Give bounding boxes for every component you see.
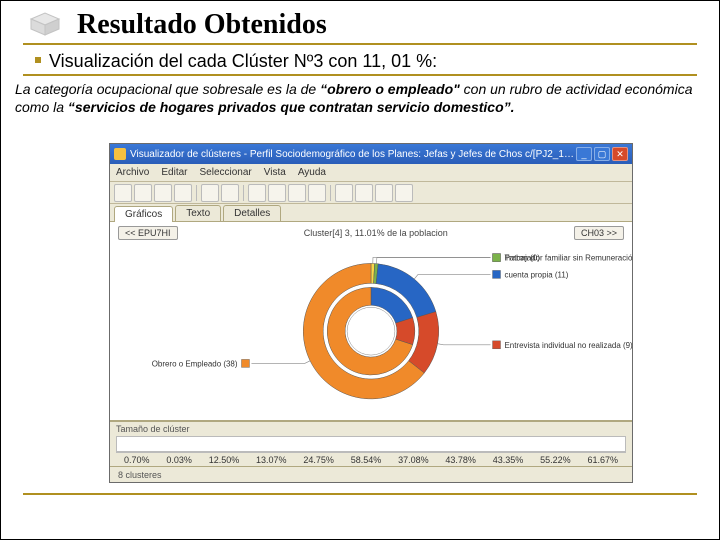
next-var-button[interactable]: CH03 >> xyxy=(574,226,624,240)
toolbar-button[interactable] xyxy=(114,184,132,202)
toolbar-button[interactable] xyxy=(288,184,306,202)
tick-label: 37.08% xyxy=(398,455,429,465)
subtitle-text: Visualización del cada Clúster Nº3 con 1… xyxy=(49,51,437,71)
menu-item-ayuda[interactable]: Ayuda xyxy=(298,167,326,178)
toolbar-separator xyxy=(196,185,197,201)
close-button[interactable]: ✕ xyxy=(612,147,628,161)
chart-pane: << EPU7HI Cluster[4] 3, 11.01% de la pob… xyxy=(110,222,632,421)
tick-label: 55.22% xyxy=(540,455,571,465)
tick-label: 24.75% xyxy=(303,455,334,465)
toolbar-button[interactable] xyxy=(395,184,413,202)
tick-label: 58.54% xyxy=(351,455,382,465)
tab-graficos[interactable]: Gráficos xyxy=(114,206,173,222)
cluster-size-bar[interactable] xyxy=(116,436,626,452)
toolbar-button[interactable] xyxy=(134,184,152,202)
toolbar xyxy=(110,182,632,204)
window-controls: _ ▢ ✕ xyxy=(576,147,628,161)
tick-label: 61.67% xyxy=(587,455,618,465)
tick-label: 43.78% xyxy=(445,455,476,465)
toolbar-separator xyxy=(243,185,244,201)
maximize-button[interactable]: ▢ xyxy=(594,147,610,161)
description: La categoría ocupacional que sobresale e… xyxy=(1,80,719,122)
toolbar-button[interactable] xyxy=(201,184,219,202)
bullet-icon xyxy=(35,57,41,63)
tab-detalles[interactable]: Detalles xyxy=(223,205,281,221)
app-icon xyxy=(114,148,126,160)
subtitle-underline xyxy=(23,74,697,76)
toolbar-button[interactable] xyxy=(355,184,373,202)
toolbar-button[interactable] xyxy=(375,184,393,202)
app-window: Visualizador de clústeres - Perfil Socio… xyxy=(109,143,633,483)
toolbar-button[interactable] xyxy=(154,184,172,202)
slice-label: Patron (0) xyxy=(504,254,540,263)
panel-title: Tamaño de clúster xyxy=(116,424,626,434)
axis-title: CAT_OCUP xyxy=(110,418,632,421)
cluster-size-panel: Tamaño de clúster 0.70% 0.03% 12.50% 13.07%… xyxy=(110,421,632,466)
subtitle: Visualización del cada Clúster Nº3 con 1… xyxy=(1,51,719,74)
tab-texto[interactable]: Texto xyxy=(175,205,221,221)
pie-chart: Trabajador familiar sin Remuneración (0)… xyxy=(110,244,632,418)
desc-b1: “obrero o empleado" xyxy=(320,81,460,97)
slice-label: Obrero o Empleado (38) xyxy=(152,359,238,368)
desc-b2: “servicios de hogares privados que contr… xyxy=(68,99,515,115)
tick-label: 0.70% xyxy=(124,455,150,465)
title-row: Resultado Obtenidos xyxy=(1,1,719,41)
slide: Resultado Obtenidos Visualización del ca… xyxy=(0,0,720,540)
slice-label: cuenta propia (11) xyxy=(504,270,568,279)
legend-swatch xyxy=(493,270,501,278)
tick-label: 13.07% xyxy=(256,455,287,465)
window-title: Visualizador de clústeres - Perfil Socio… xyxy=(130,149,576,160)
tick-label: 0.03% xyxy=(166,455,192,465)
cube-icon xyxy=(23,9,67,37)
menu-item-archivo[interactable]: Archivo xyxy=(116,167,149,178)
legend-swatch xyxy=(493,341,501,349)
menu-item-vista[interactable]: Vista xyxy=(264,167,286,178)
slice-label: Entrevista individual no realizada (9) xyxy=(504,341,632,350)
toolbar-button[interactable] xyxy=(248,184,266,202)
toolbar-button[interactable] xyxy=(174,184,192,202)
tabs: Gráficos Texto Detalles xyxy=(110,204,632,222)
cluster-ticks: 0.70% 0.03% 12.50% 13.07% 24.75% 58.54% 37.08%… xyxy=(116,452,626,465)
cluster-label: Cluster[4] 3, 11.01% de la poblacion xyxy=(304,228,448,238)
desc-p1: La categoría ocupacional que sobresale e… xyxy=(15,81,320,97)
menubar: Archivo Editar Seleccionar Vista Ayuda xyxy=(110,164,632,182)
bottom-rule xyxy=(23,493,697,495)
chart-nav: << EPU7HI Cluster[4] 3, 11.01% de la pob… xyxy=(110,222,632,244)
prev-var-button[interactable]: << EPU7HI xyxy=(118,226,178,240)
tick-label: 43.35% xyxy=(493,455,524,465)
minimize-button[interactable]: _ xyxy=(576,147,592,161)
legend-swatch xyxy=(493,254,501,262)
toolbar-separator xyxy=(330,185,331,201)
title-underline xyxy=(23,43,697,45)
legend-swatch xyxy=(241,359,249,367)
window-titlebar[interactable]: Visualizador de clústeres - Perfil Socio… xyxy=(110,144,632,164)
page-title: Resultado Obtenidos xyxy=(77,9,327,41)
toolbar-button[interactable] xyxy=(308,184,326,202)
toolbar-button[interactable] xyxy=(221,184,239,202)
toolbar-button[interactable] xyxy=(268,184,286,202)
menu-item-editar[interactable]: Editar xyxy=(161,167,187,178)
status-bar: 8 clusteres xyxy=(110,466,632,482)
menu-item-seleccionar[interactable]: Seleccionar xyxy=(199,167,251,178)
tick-label: 12.50% xyxy=(209,455,240,465)
toolbar-button[interactable] xyxy=(335,184,353,202)
